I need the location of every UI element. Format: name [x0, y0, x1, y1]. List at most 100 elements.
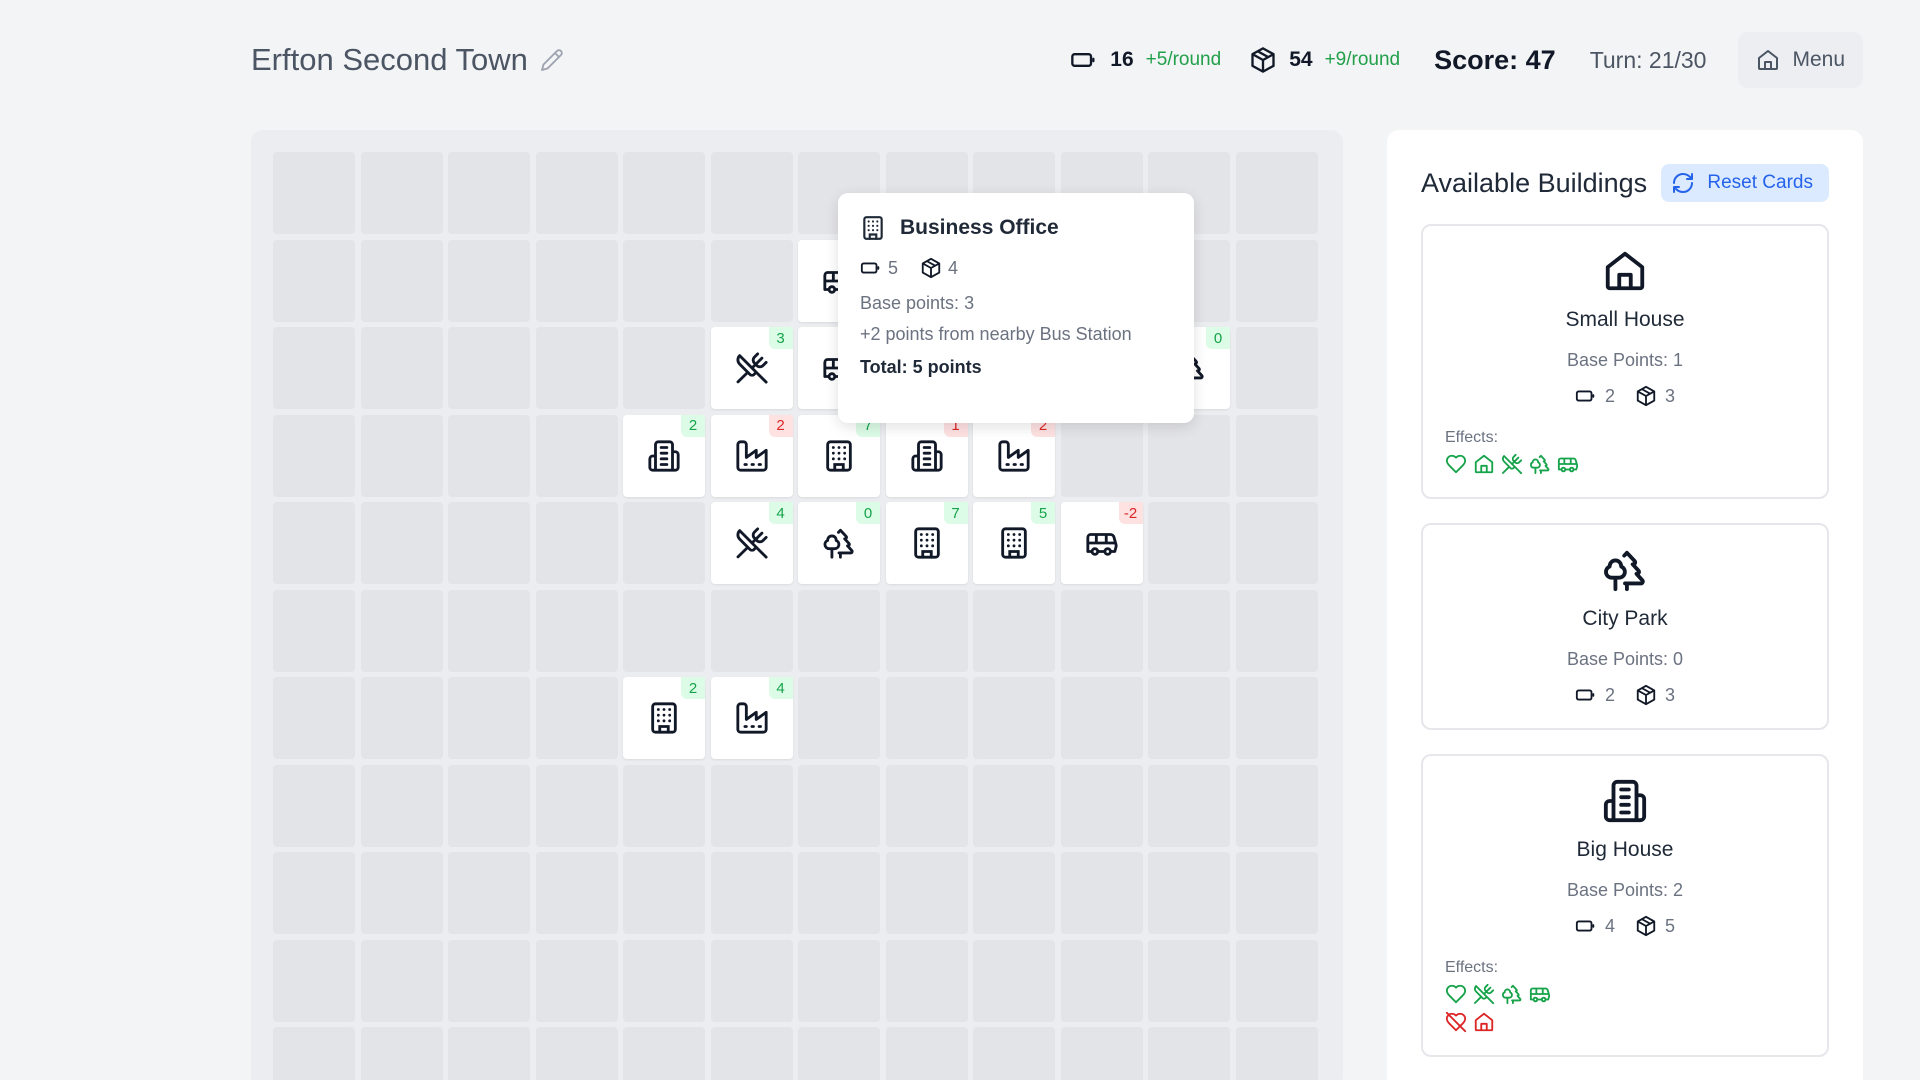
grid-cell[interactable] — [798, 1027, 880, 1080]
grid-cell[interactable] — [885, 589, 968, 672]
grid-cell[interactable] — [1235, 1027, 1318, 1080]
grid-cell[interactable] — [448, 852, 530, 934]
grid-cell-factory[interactable]: 2 — [710, 414, 793, 497]
grid-cell[interactable] — [1235, 852, 1318, 934]
grid-cell[interactable] — [623, 852, 705, 934]
edit-name-icon[interactable] — [540, 48, 564, 72]
grid-cell[interactable] — [798, 589, 880, 672]
grid-cell[interactable] — [273, 677, 355, 759]
grid-cell[interactable] — [448, 1027, 530, 1080]
grid-cell[interactable] — [448, 327, 530, 409]
grid-cell[interactable] — [273, 852, 355, 934]
grid-cell[interactable] — [1235, 939, 1318, 1022]
grid-cell-big-house[interactable]: 2 — [623, 414, 705, 497]
grid-cell[interactable] — [710, 764, 793, 847]
grid-cell[interactable] — [1060, 939, 1143, 1022]
grid-cell[interactable] — [448, 677, 530, 759]
grid-cell[interactable] — [535, 502, 618, 584]
grid-cell-office[interactable]: 7 — [885, 502, 968, 584]
grid-cell-bus-station[interactable]: -2 — [1060, 502, 1143, 584]
grid-cell[interactable] — [798, 939, 880, 1022]
grid-cell[interactable] — [360, 852, 443, 934]
grid-cell[interactable] — [1148, 939, 1230, 1022]
grid-cell[interactable] — [273, 939, 355, 1022]
grid-cell[interactable] — [1148, 589, 1230, 672]
grid-cell[interactable] — [1060, 414, 1143, 497]
grid-cell[interactable] — [623, 239, 705, 322]
grid-cell[interactable] — [360, 589, 443, 672]
grid-cell-factory[interactable]: 4 — [710, 677, 793, 759]
grid-cell[interactable] — [535, 239, 618, 322]
grid-cell[interactable] — [360, 677, 443, 759]
grid-cell[interactable] — [1148, 852, 1230, 934]
grid-cell[interactable] — [1235, 414, 1318, 497]
grid-cell[interactable] — [710, 939, 793, 1022]
grid-cell[interactable] — [535, 677, 618, 759]
grid-cell[interactable] — [535, 152, 618, 234]
grid-cell[interactable] — [448, 502, 530, 584]
grid-cell[interactable] — [273, 502, 355, 584]
grid-cell[interactable] — [273, 327, 355, 409]
grid-cell[interactable] — [710, 589, 793, 672]
grid-cell[interactable] — [535, 764, 618, 847]
reset-cards-button[interactable]: Reset Cards — [1661, 164, 1829, 202]
grid-cell[interactable] — [710, 1027, 793, 1080]
grid-cell[interactable] — [1060, 1027, 1143, 1080]
grid-cell[interactable] — [798, 852, 880, 934]
grid-cell-office[interactable]: 5 — [973, 502, 1055, 584]
grid-cell[interactable] — [1148, 502, 1230, 584]
grid-cell[interactable] — [535, 852, 618, 934]
grid-cell[interactable] — [1235, 502, 1318, 584]
grid-cell[interactable] — [360, 939, 443, 1022]
grid-cell[interactable] — [1060, 589, 1143, 672]
grid-cell[interactable] — [448, 414, 530, 497]
grid-cell[interactable] — [273, 589, 355, 672]
grid-cell[interactable] — [360, 239, 443, 322]
grid-cell[interactable] — [623, 764, 705, 847]
grid-cell[interactable] — [273, 414, 355, 497]
grid-cell[interactable] — [798, 677, 880, 759]
grid-cell[interactable] — [535, 414, 618, 497]
grid-cell[interactable] — [1060, 677, 1143, 759]
grid-cell[interactable] — [273, 152, 355, 234]
grid-cell[interactable] — [535, 589, 618, 672]
grid-cell-big-house[interactable]: 1 — [885, 414, 968, 497]
grid-cell[interactable] — [710, 852, 793, 934]
grid-cell[interactable] — [1148, 764, 1230, 847]
grid-cell[interactable] — [273, 764, 355, 847]
grid-cell[interactable] — [1235, 152, 1318, 234]
grid-cell[interactable] — [623, 502, 705, 584]
grid-cell[interactable] — [885, 677, 968, 759]
grid-cell-office[interactable]: 2 — [623, 677, 705, 759]
grid-cell[interactable] — [1060, 852, 1143, 934]
grid-cell[interactable] — [885, 852, 968, 934]
grid-cell[interactable] — [885, 764, 968, 847]
grid-cell[interactable] — [535, 939, 618, 1022]
building-card[interactable]: Small House Base Points: 1 2 3 Effects: — [1421, 224, 1829, 499]
grid-cell[interactable] — [360, 327, 443, 409]
grid-cell[interactable] — [973, 939, 1055, 1022]
grid-cell[interactable] — [1148, 414, 1230, 497]
grid-cell-park[interactable]: 0 — [798, 502, 880, 584]
grid-cell[interactable] — [535, 1027, 618, 1080]
grid-cell[interactable] — [360, 152, 443, 234]
grid-cell[interactable] — [1235, 764, 1318, 847]
grid-cell[interactable] — [885, 939, 968, 1022]
grid-cell[interactable] — [973, 764, 1055, 847]
grid-cell[interactable] — [1235, 327, 1318, 409]
grid-cell-restaurant[interactable]: 3 — [710, 327, 793, 409]
grid-cell[interactable] — [710, 152, 793, 234]
grid-cell-office[interactable]: 7 — [798, 414, 880, 497]
grid-cell[interactable] — [973, 852, 1055, 934]
grid-cell[interactable] — [535, 327, 618, 409]
grid-cell[interactable] — [1235, 589, 1318, 672]
menu-button[interactable]: Menu — [1738, 32, 1863, 88]
grid-cell[interactable] — [798, 764, 880, 847]
grid-cell[interactable] — [623, 939, 705, 1022]
grid-cell[interactable] — [1235, 239, 1318, 322]
grid-cell[interactable] — [448, 589, 530, 672]
building-card[interactable]: City Park Base Points: 023 — [1421, 523, 1829, 730]
grid-cell[interactable] — [448, 939, 530, 1022]
grid-cell[interactable] — [973, 1027, 1055, 1080]
grid-cell[interactable] — [623, 152, 705, 234]
